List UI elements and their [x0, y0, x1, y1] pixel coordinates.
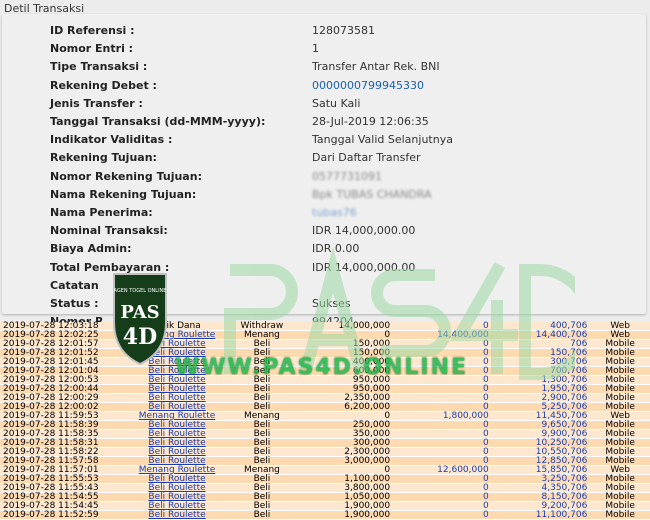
detail-label: Rekening Debet : [50, 78, 157, 92]
detail-label: Indikator Validitas : [50, 133, 173, 147]
detail-label: Tanggal Transaksi (dd-MMM-yyyy): [50, 115, 266, 128]
detail-value: 0577731091 [312, 169, 382, 183]
detail-row: Nomor Rekening Tujuan: 0577731091 [2, 170, 646, 188]
cell-amount: 14,000,000 [294, 322, 394, 331]
watermark-url: WWW.PAS4D.ONLINE [175, 355, 469, 380]
detail-row: Jenis Transfer : Satu Kali [2, 97, 646, 115]
detail-row: ID Referensi : 128073581 [2, 24, 646, 42]
cell-balance: 8,150,706 [491, 492, 591, 502]
detail-value: Dari Daftar Transfer [312, 151, 421, 165]
cell-win: 0 [393, 438, 492, 448]
detail-row: Rekening Debet : 0000000799945330 [2, 79, 646, 97]
cell-win: 0 [393, 447, 492, 457]
cell-device: Mobile [590, 501, 650, 511]
detail-label: Status : [50, 297, 99, 310]
detail-row: Biaya Admin: IDR 0.00 [2, 242, 646, 260]
detail-value: Satu Kali [312, 96, 361, 110]
cell-device: Mobile [590, 510, 650, 520]
cell-win: 0 [393, 339, 492, 349]
detail-label: Nomor Rekening Tujuan: [50, 169, 202, 183]
detail-row: Total Pembayaran : IDR 14,000,000.00 [2, 261, 646, 279]
cell-win: 1,800,000 [393, 411, 492, 421]
table-row: 2019-07-28 11:54:45 Beli Roulette Beli 1,90… [0, 501, 650, 511]
cell-win: 0 [393, 483, 492, 493]
cell-description-link[interactable]: Beli Roulette [124, 501, 230, 511]
cell-win: 0 [393, 501, 492, 511]
cell-win: 0 [393, 492, 492, 502]
detail-label: Nama Rekening Tujuan: [50, 187, 197, 201]
cell-type: Beli [229, 492, 295, 502]
cell-win: 0 [393, 429, 492, 439]
cell-win: 0 [393, 474, 492, 484]
cell-win: 0 [393, 393, 492, 403]
cell-amount: 6,200,000 [294, 402, 394, 412]
detail-value: IDR 14,000,000.00 [312, 260, 416, 274]
detail-value: 1 [312, 42, 319, 56]
cell-win: 0 [393, 510, 492, 520]
cell-type: Beli [229, 510, 295, 520]
detail-label: Biaya Admin: [50, 242, 132, 256]
detail-value: Sukses [312, 297, 351, 310]
detail-value: tubas76 [312, 206, 357, 219]
detail-label: Jenis Transfer : [50, 96, 143, 110]
detail-value: Tanggal Valid Selanjutnya [312, 133, 453, 147]
cell-balance: 9,200,706 [491, 501, 591, 511]
detail-label: Rekening Tujuan: [50, 151, 157, 165]
detail-row: Nama Penerima: tubas76 [2, 206, 646, 224]
detail-row: Nama Rekening Tujuan: Bpk TUBAS CHANDRA [2, 188, 646, 206]
cell-win: 0 [393, 384, 492, 394]
cell-date: 2019-07-28 11:52:59 [0, 510, 125, 520]
detail-row: Rekening Tujuan: Dari Daftar Transfer [2, 151, 646, 169]
detail-row: Status : Sukses [2, 297, 646, 315]
detail-card: ID Referensi : 128073581 Nomor Entri : 1 Tip… [2, 14, 646, 328]
detail-row: Indikator Validitas : Tanggal Valid Selan… [2, 133, 646, 151]
detail-row: Nominal Transaksi: IDR 14,000,000.00 [2, 224, 646, 242]
detail-row: Catatan [2, 279, 646, 297]
detail-value: IDR 0.00 [312, 242, 360, 256]
cell-date: 2019-07-28 11:54:55 [0, 492, 125, 502]
cell-amount: 1,050,000 [294, 492, 394, 502]
detail-row: Tipe Transaksi : Transfer Antar Rek. BNI [2, 60, 646, 78]
detail-value: 0000000799945330 [312, 78, 424, 92]
detail-row: Nomor Entri : 1 [2, 42, 646, 60]
detail-label: Catatan [50, 278, 99, 292]
cell-date: 2019-07-28 11:54:45 [0, 501, 125, 511]
detail-label: ID Referensi : [50, 24, 135, 37]
detail-label: Nominal Transaksi: [50, 224, 168, 238]
cell-win: 12,600,000 [393, 465, 492, 475]
detail-value: Transfer Antar Rek. BNI [312, 60, 440, 74]
cell-description-link[interactable]: Beli Roulette [124, 492, 230, 502]
detail-value: 128073581 [312, 24, 375, 37]
cell-type: Beli [229, 501, 295, 511]
cell-description-link[interactable]: Beli Roulette [124, 510, 230, 520]
detail-value: 28-Jul-2019 12:06:35 [312, 115, 429, 128]
detail-value: Bpk TUBAS CHANDRA [312, 187, 432, 201]
badge-top-text: AGEN TOGEL ONLINE [114, 288, 167, 294]
cell-amount: 1,900,000 [294, 510, 394, 520]
cell-balance: 11,100,706 [491, 510, 591, 520]
cell-win: 0 [393, 420, 492, 430]
detail-value: IDR 14,000,000.00 [312, 224, 416, 238]
cell-amount: 3,000,000 [294, 456, 394, 466]
table-row: 2019-07-28 11:52:59 Beli Roulette Beli 1,90… [0, 510, 650, 520]
detail-label: Nama Penerima: [50, 206, 153, 219]
cell-amount: 1,900,000 [294, 501, 394, 511]
table-row: 2019-07-28 11:54:55 Beli Roulette Beli 1,05… [0, 492, 650, 502]
cell-device: Mobile [590, 492, 650, 502]
cell-win: 14,400,000 [393, 330, 492, 340]
detail-label: Nomor Entri : [50, 42, 134, 56]
badge-main-text: PAS [120, 302, 159, 323]
detail-label: Tipe Transaksi : [50, 60, 148, 74]
badge-num-text: 4D [123, 324, 157, 350]
transactions-table: 2019-07-28 12:03:18 Tarik Dana Withdraw 14,… [0, 322, 650, 520]
detail-row: Tanggal Transaksi (dd-MMM-yyyy): 28-Jul-2… [2, 115, 646, 133]
shield-badge-icon: AGEN TOGEL ONLINE PAS 4D [113, 273, 167, 366]
transaction-history-table: 2019-07-28 12:03:18 Tarik Dana Withdraw 14,… [0, 322, 650, 520]
transaction-detail-panel: Detil Transaksi ID Referensi :128073581 N… [0, 0, 650, 328]
